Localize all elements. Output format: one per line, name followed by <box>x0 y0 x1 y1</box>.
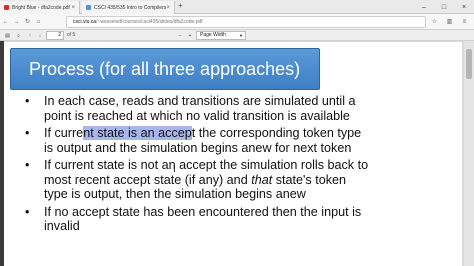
bullet-text: If curre <box>44 126 84 140</box>
bullet-marker: • <box>25 204 30 219</box>
bullet-line: invalid <box>44 219 80 233</box>
list-item: • In each case, reads and transitions ar… <box>24 94 444 123</box>
bullet-marker: • <box>25 126 30 140</box>
tab-title: Bright Blue - dfa2code.pdf <box>12 4 70 11</box>
list-item: • If current state is an accept the corr… <box>24 126 444 155</box>
tab-dfa2code[interactable]: Bright Blue - dfa2code.pdf × <box>0 1 80 14</box>
zoom-in-button[interactable]: + <box>186 31 194 40</box>
zoom-out-button[interactable]: – <box>176 31 184 40</box>
text-cursor-icon: I <box>173 164 176 175</box>
pdf-toolbar: ▤ ⌕ ↑ ↓ 2 of 5 – + Page Width ▼ <box>0 30 474 41</box>
back-icon[interactable]: ← <box>0 15 11 29</box>
close-tab-icon[interactable]: × <box>71 5 75 11</box>
url-field[interactable]: csci.viu.ca/~wesselsd/courses/csci435/sl… <box>66 16 426 28</box>
bullet-text: most recent accept state (if any) and <box>44 172 252 187</box>
forward-icon[interactable]: → <box>11 15 22 29</box>
zoom-select[interactable]: Page Width ▼ <box>196 31 246 40</box>
minimize-icon[interactable]: – <box>414 0 434 14</box>
window-controls: – □ × <box>414 0 474 14</box>
url-path: /~wesselsd/courses/csci435/slides/dfa2co… <box>96 19 203 25</box>
pdf-page: Process (for all three approaches) • In … <box>4 42 462 266</box>
address-actions: ☆ ▥ ≡ <box>429 16 470 27</box>
vertical-scrollbar[interactable] <box>464 41 474 266</box>
slide-title: Process (for all three approaches) <box>29 58 301 79</box>
bullet-text: state's token <box>272 172 347 187</box>
tab-course[interactable]: CSCI 435/535 Intro to Compilers × <box>82 1 175 14</box>
maximize-icon[interactable]: □ <box>434 0 454 14</box>
emphasis-text: that <box>251 172 273 187</box>
bullet-line: type is output, then the simulation begi… <box>44 187 306 201</box>
tab-bar: Bright Blue - dfa2code.pdf × CSCI 435/53… <box>0 0 474 14</box>
sidebar-toggle-icon[interactable]: ▤ <box>3 31 12 40</box>
page-count: of 5 <box>67 32 76 38</box>
close-window-icon[interactable]: × <box>454 0 474 14</box>
bullet-line: is output and the simulation begins anew… <box>44 140 352 155</box>
slide-title-box: Process (for all three approaches) <box>10 48 320 90</box>
tab-title: CSCI 435/535 Intro to Compilers <box>94 4 167 11</box>
pdf-icon <box>4 5 9 10</box>
url-host: csci.viu.ca <box>73 19 97 25</box>
library-icon[interactable]: ▥ <box>444 16 455 27</box>
search-icon[interactable]: ⌕ <box>14 31 23 40</box>
globe-icon <box>86 5 91 10</box>
close-tab-icon[interactable]: × <box>166 5 170 11</box>
bookmark-star-icon[interactable]: ☆ <box>429 16 440 27</box>
bullet-line: If current state is not an accept the si… <box>44 158 369 172</box>
menu-icon[interactable]: ≡ <box>459 16 470 27</box>
bullet-line: If no accept state has been encountered … <box>44 204 362 219</box>
chevron-down-icon: ▼ <box>239 33 243 38</box>
bullet-marker: • <box>25 94 30 108</box>
bullet-list: • In each case, reads and transitions ar… <box>24 94 444 237</box>
bullet-line: point is reached at which no valid trans… <box>44 108 350 123</box>
bullet-marker: • <box>25 158 30 172</box>
zoom-value: Page Width <box>200 32 226 38</box>
prev-page-icon[interactable]: ↑ <box>26 31 34 40</box>
scrollbar-thumb[interactable] <box>466 49 472 79</box>
new-tab-button[interactable]: + <box>178 1 183 10</box>
bullet-text: t the corresponding token type <box>191 126 362 140</box>
page-number-input[interactable]: 2 <box>46 31 64 40</box>
bullet-line: In each case, reads and transitions are … <box>44 94 356 108</box>
text-selection[interactable]: nt state is an accep <box>83 126 192 140</box>
home-icon[interactable]: ⌂ <box>33 15 44 29</box>
next-page-icon[interactable]: ↓ <box>36 31 44 40</box>
reload-icon[interactable]: ↻ <box>22 15 33 29</box>
list-item: • If current state is not an accept the … <box>24 158 444 202</box>
address-bar: ← → ↻ ⌂ csci.viu.ca/~wesselsd/courses/cs… <box>0 14 474 30</box>
document-viewer: Process (for all three approaches) • In … <box>4 41 474 266</box>
list-item: • If no accept state has been encountere… <box>24 205 444 234</box>
